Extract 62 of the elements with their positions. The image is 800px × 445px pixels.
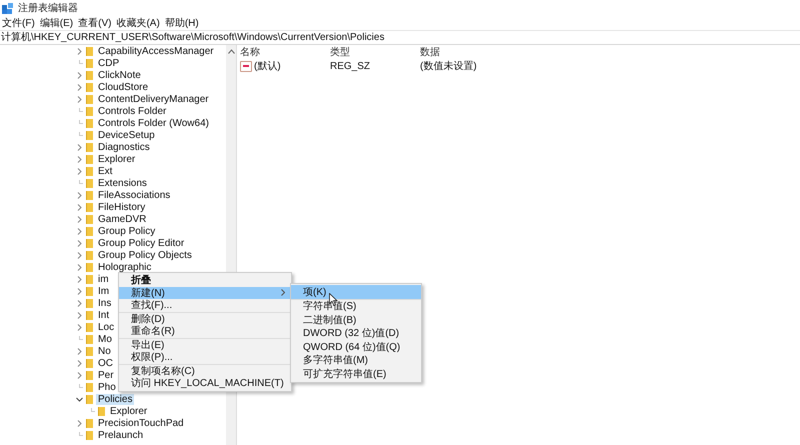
- tree-item[interactable]: FileAssociations: [96, 190, 172, 200]
- tree-item[interactable]: Int: [96, 310, 112, 320]
- tree-item[interactable]: ContentDeliveryManager: [96, 94, 211, 104]
- menu-item[interactable]: 帮助(H): [164, 16, 199, 30]
- menu-item[interactable]: DWORD (32 位)值(D): [291, 326, 421, 340]
- menu-item[interactable]: 复制项名称(C): [119, 364, 291, 377]
- menu-item[interactable]: 折叠: [119, 274, 291, 286]
- string-value-icon: [240, 60, 252, 72]
- menu-item[interactable]: 可扩充字符串值(E): [291, 367, 421, 380]
- registry-icon: [2, 2, 14, 14]
- tree-item[interactable]: Pho: [96, 382, 118, 392]
- tree-item[interactable]: PrecisionTouchPad: [96, 418, 186, 428]
- tree-item[interactable]: Per: [96, 370, 116, 380]
- window-title: 注册表编辑器: [18, 2, 78, 15]
- menu-item[interactable]: 二进制值(B): [291, 313, 421, 326]
- menu-item[interactable]: 文件(F): [2, 16, 35, 30]
- menu-item[interactable]: 访问 HKEY_LOCAL_MACHINE(T): [119, 377, 291, 390]
- tree-item[interactable]: CapabilityAccessManager: [96, 46, 216, 56]
- tree-item[interactable]: Ins: [96, 298, 114, 308]
- menu-item[interactable]: 编辑(E): [40, 16, 74, 30]
- tree-item[interactable]: CloudStore: [96, 82, 150, 92]
- tree-item[interactable]: Controls Folder (Wow64): [96, 118, 211, 128]
- column-header[interactable]: 数据: [420, 45, 510, 59]
- menu-item[interactable]: QWORD (64 位)值(Q): [291, 340, 421, 354]
- menu-item[interactable]: 删除(D): [119, 312, 291, 325]
- tree-item[interactable]: Controls Folder: [96, 106, 168, 116]
- table-cell-text: REG_SZ: [330, 60, 372, 72]
- table-cell-text: (数值未设置): [420, 60, 478, 73]
- tree-item[interactable]: Holographic: [96, 262, 154, 272]
- tree-item[interactable]: GameDVR: [96, 214, 148, 224]
- table-cell-text: (默认): [254, 60, 281, 73]
- tree-item[interactable]: Explorer: [108, 406, 150, 416]
- tree-item[interactable]: Im: [96, 286, 112, 296]
- tree-item[interactable]: Mo: [96, 334, 114, 344]
- menu-item[interactable]: 收藏夹(A): [116, 16, 160, 30]
- scroll-up-icon[interactable]: [228, 49, 234, 54]
- column-header[interactable]: 名称: [240, 45, 330, 59]
- menu-item[interactable]: 多字符串值(M): [291, 354, 421, 367]
- tree-item[interactable]: Group Policy: [96, 226, 158, 236]
- tree-item[interactable]: FileHistory: [96, 202, 148, 212]
- menu-item[interactable]: 新建(N): [119, 286, 291, 299]
- column-header[interactable]: 类型: [330, 45, 420, 59]
- tree-item[interactable]: OC: [96, 358, 115, 368]
- tree-item[interactable]: Policies: [96, 394, 134, 404]
- address-bar[interactable]: 计算机\HKEY_CURRENT_USER\Software\Microsoft\Windows\CurrentVersion\Policies: [0, 30, 800, 45]
- tree-item[interactable]: ClickNote: [96, 70, 143, 80]
- tree-item[interactable]: Extensions: [96, 178, 149, 188]
- tree-item[interactable]: Explorer: [96, 154, 138, 164]
- tree-item[interactable]: Group Policy Editor: [96, 238, 186, 248]
- menu-item[interactable]: 查看(V): [78, 16, 112, 30]
- menu-item[interactable]: 导出(E): [119, 338, 291, 351]
- tree-item[interactable]: No: [96, 346, 113, 356]
- tree-item[interactable]: Prelaunch: [96, 430, 146, 440]
- tree-item[interactable]: Group Policy Objects: [96, 250, 194, 260]
- tree-item[interactable]: Loc: [96, 322, 116, 332]
- expand-icon[interactable]: [76, 396, 83, 402]
- tree-item[interactable]: im: [96, 274, 111, 284]
- tree-item[interactable]: CDP: [96, 58, 122, 68]
- tree-item[interactable]: DeviceSetup: [96, 130, 157, 140]
- menu-item[interactable]: 项(K): [291, 285, 421, 300]
- tree-item[interactable]: Ext: [96, 166, 114, 176]
- tree-item[interactable]: Diagnostics: [96, 142, 152, 152]
